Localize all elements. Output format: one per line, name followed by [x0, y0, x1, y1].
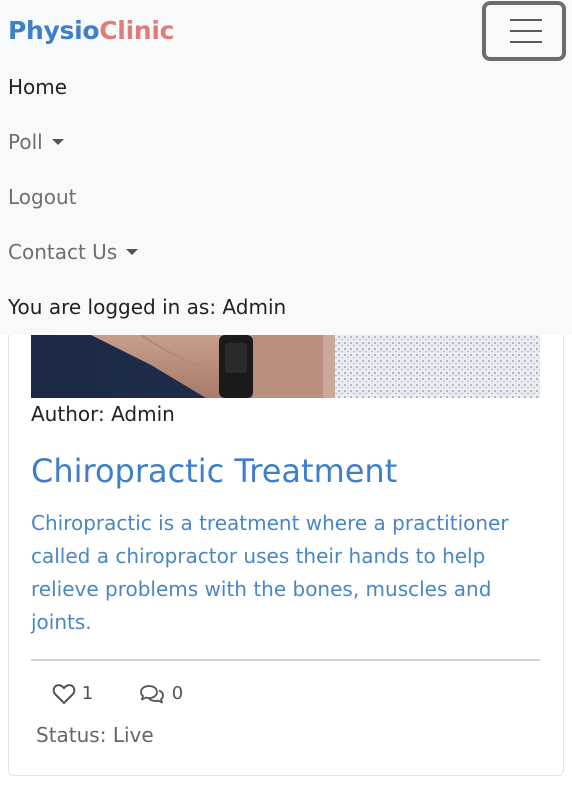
caret-down-icon	[126, 249, 139, 255]
like-count: 1	[81, 683, 94, 704]
post-image	[31, 335, 540, 398]
comments-button[interactable]: 0	[138, 683, 183, 705]
nav-link-home[interactable]: Home	[8, 75, 67, 99]
heart-icon	[52, 683, 82, 704]
nav-link-logout-label: Logout	[8, 185, 77, 209]
post-author: Author: Admin	[31, 402, 175, 426]
comment-count: 0	[171, 683, 184, 704]
logged-in-status: You are logged in as: Admin	[8, 295, 287, 319]
nav-dropdown-poll[interactable]: Poll	[8, 130, 64, 154]
card-divider	[31, 659, 540, 661]
nav-dropdown-poll-label: Poll	[8, 130, 43, 154]
navbar: PhysioClinic Home Poll Logout Contact Us…	[0, 0, 572, 335]
comments-icon	[138, 683, 172, 704]
nav-link-logout[interactable]: Logout	[8, 185, 76, 209]
brand-logo[interactable]: PhysioClinic	[8, 16, 174, 45]
post-title[interactable]: Chiropractic Treatment	[31, 452, 397, 490]
navbar-toggler-button[interactable]	[482, 1, 566, 61]
like-button[interactable]: 1	[52, 683, 93, 705]
nav-link-home-label: Home	[8, 75, 68, 99]
nav-dropdown-contact-label: Contact Us	[8, 240, 118, 264]
post-excerpt[interactable]: Chiropractic is a treatment where a prac…	[31, 507, 540, 639]
nav-dropdown-contact[interactable]: Contact Us	[8, 240, 139, 264]
caret-down-icon	[51, 139, 64, 145]
post-status: Status: Live	[36, 723, 154, 747]
